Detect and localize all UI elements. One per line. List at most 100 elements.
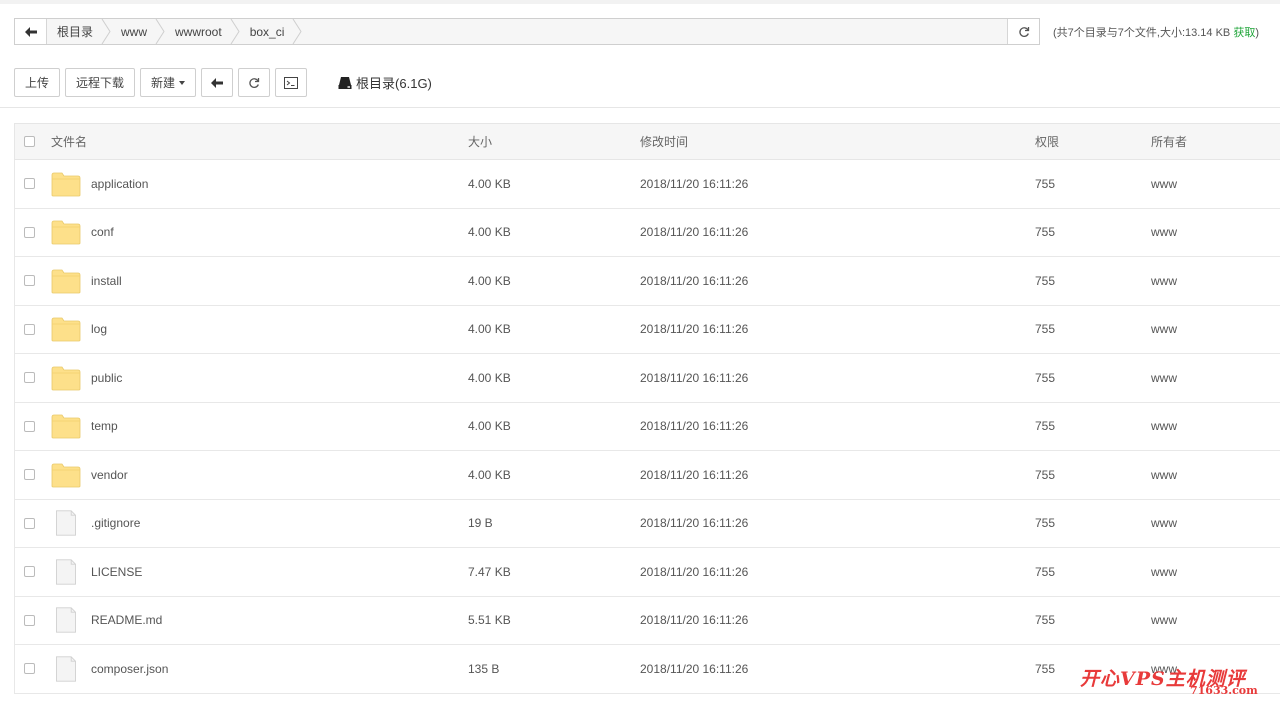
file-owner[interactable]: www [1151,451,1177,499]
row-checkbox[interactable] [24,566,35,578]
breadcrumb-item[interactable]: 根目录 [47,19,111,44]
header-name[interactable]: 文件名 [51,124,87,159]
table-row[interactable]: .gitignore 19 B 2018/11/20 16:11:26 755 www [14,499,1280,548]
file-name-cell[interactable]: LICENSE [51,548,142,596]
file-mtime: 2018/11/20 16:11:26 [640,225,749,240]
file-permission[interactable]: 755 [1035,403,1055,451]
refresh-button[interactable] [238,68,271,97]
table-row[interactable]: vendor 4.00 KB 2018/11/20 16:11:26 755 www [14,451,1280,500]
go-back-button[interactable] [201,68,234,97]
breadcrumb-item[interactable]: wwwroot [165,19,240,44]
table-row[interactable]: log 4.00 KB 2018/11/20 16:11:26 755 www [14,305,1280,354]
row-checkbox[interactable] [24,275,35,287]
row-checkbox[interactable] [24,420,35,432]
breadcrumb-item[interactable]: www [111,19,165,44]
file-owner[interactable]: www [1151,548,1177,596]
file-name[interactable]: temp [91,419,118,433]
terminal-button[interactable] [275,68,308,97]
table-row[interactable]: conf 4.00 KB 2018/11/20 16:11:26 755 www [14,208,1280,257]
table-row[interactable]: LICENSE 7.47 KB 2018/11/20 16:11:26 755 www [14,548,1280,597]
row-checkbox-cell [24,209,35,257]
file-name[interactable]: vendor [91,468,128,482]
row-checkbox[interactable] [24,372,35,384]
header-mtime[interactable]: 修改时间 [640,124,688,159]
file-owner[interactable]: www [1151,597,1177,645]
file-name-cell[interactable]: README.md [51,597,162,645]
file-name[interactable]: README.md [91,613,162,627]
file-name-cell[interactable]: composer.json [51,645,168,693]
file-permission[interactable]: 755 [1035,257,1055,305]
file-name[interactable]: public [91,371,122,385]
file-name[interactable]: application [91,177,148,191]
row-checkbox[interactable] [24,614,35,626]
file-owner[interactable]: www [1151,403,1177,451]
arrow-left-icon [24,26,37,37]
file-name-cell[interactable]: public [51,354,122,402]
file-name-cell[interactable]: temp [51,403,118,451]
breadcrumb-label: 根目录 [57,25,94,39]
file-name[interactable]: conf [91,225,114,239]
select-all-cell [24,124,35,159]
row-checkbox[interactable] [24,226,35,238]
file-permission[interactable]: 755 [1035,548,1055,596]
file-owner[interactable]: www [1151,257,1177,305]
file-permission[interactable]: 755 [1035,597,1055,645]
file-name-cell[interactable]: application [51,160,148,208]
file-owner[interactable]: www [1151,160,1177,208]
chevron-right-icon [292,19,302,44]
folder-icon [51,366,81,391]
disk-label: 根目录(6.1G) [356,76,432,91]
table-row[interactable]: README.md 5.51 KB 2018/11/20 16:11:26 755 ww… [14,596,1280,645]
file-permission[interactable]: 755 [1035,354,1055,402]
folder-icon [51,220,81,245]
file-name-cell[interactable]: vendor [51,451,128,499]
row-checkbox[interactable] [24,517,35,529]
file-owner[interactable]: www [1151,306,1177,354]
row-checkbox[interactable] [24,663,35,675]
header-permission[interactable]: 权限 [1035,124,1059,159]
select-all-checkbox[interactable] [24,136,35,147]
header-size[interactable]: 大小 [468,124,492,159]
new-dropdown-button[interactable]: 新建 [140,68,197,97]
file-mtime: 2018/11/20 16:11:26 [640,419,749,434]
table-row[interactable]: install 4.00 KB 2018/11/20 16:11:26 755 www [14,257,1280,306]
file-owner[interactable]: www [1151,354,1177,402]
table-row[interactable]: temp 4.00 KB 2018/11/20 16:11:26 755 www [14,402,1280,451]
file-mtime: 2018/11/20 16:11:26 [640,322,749,337]
file-name[interactable]: log [91,322,107,336]
folder-icon [51,463,81,488]
file-owner[interactable]: www [1151,209,1177,257]
upload-button[interactable]: 上传 [14,68,61,97]
file-size: 4.00 KB [468,467,511,482]
file-name-cell[interactable]: log [51,306,107,354]
file-permission[interactable]: 755 [1035,209,1055,257]
file-size: 4.00 KB [468,419,511,434]
folder-icon [51,317,81,342]
row-checkbox[interactable] [24,469,35,481]
disk-selector[interactable]: 根目录(6.1G) [338,73,432,92]
file-permission[interactable]: 755 [1035,645,1055,693]
file-name[interactable]: install [91,274,122,288]
row-checkbox[interactable] [24,323,35,335]
file-permission[interactable]: 755 [1035,160,1055,208]
file-name-cell[interactable]: .gitignore [51,500,140,548]
row-checkbox[interactable] [24,178,35,190]
file-name[interactable]: composer.json [91,662,168,676]
file-name[interactable]: .gitignore [91,516,140,530]
terminal-icon [284,76,299,89]
table-row[interactable]: public 4.00 KB 2018/11/20 16:11:26 755 www [14,354,1280,403]
file-name-cell[interactable]: install [51,257,122,305]
path-refresh-button[interactable] [1007,19,1039,44]
file-name[interactable]: LICENSE [91,565,142,579]
path-back-button[interactable] [15,19,47,44]
file-permission[interactable]: 755 [1035,451,1055,499]
table-row[interactable]: application 4.00 KB 2018/11/20 16:11:26 755… [14,160,1280,209]
file-permission[interactable]: 755 [1035,500,1055,548]
breadcrumb-item[interactable]: box_ci [240,19,303,44]
remote-download-button[interactable]: 远程下载 [65,68,136,97]
get-size-link[interactable]: 获取 [1233,27,1255,39]
header-owner[interactable]: 所有者 [1151,124,1187,159]
file-permission[interactable]: 755 [1035,306,1055,354]
file-owner[interactable]: www [1151,500,1177,548]
file-name-cell[interactable]: conf [51,209,114,257]
